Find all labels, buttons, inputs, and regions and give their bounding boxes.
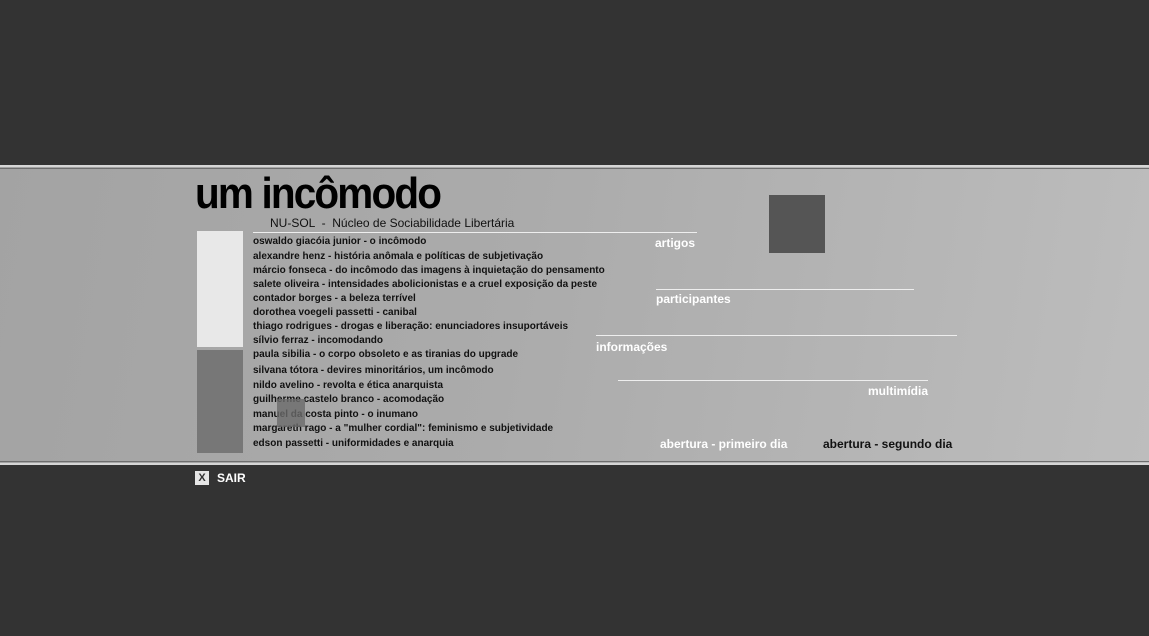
divider-informacoes	[596, 335, 957, 336]
article-link[interactable]: salete oliveira - intensidades abolicion…	[253, 279, 597, 291]
page-subtitle: NU-SOL - Núcleo de Sociabilidade Libertá…	[270, 216, 515, 230]
decor-square	[769, 195, 825, 253]
nav-abertura-segundo-dia[interactable]: abertura - segundo dia	[823, 437, 952, 451]
decor-block-light	[197, 231, 243, 347]
article-link[interactable]: alexandre henz - história anômala e polí…	[253, 251, 543, 263]
article-link[interactable]: paula sibilia - o corpo obsoleto e as ti…	[253, 349, 518, 361]
article-link[interactable]: silvana tótora - devires minoritários, u…	[253, 365, 494, 377]
article-link[interactable]: oswaldo giacóia junior - o incômodo	[253, 236, 426, 248]
exit-label: SAIR	[217, 471, 246, 485]
close-icon: X	[195, 471, 209, 485]
decor-block-dark	[197, 350, 243, 453]
article-link[interactable]: thiago rodrigues - drogas e liberação: e…	[253, 321, 568, 333]
exit-button[interactable]: X SAIR	[195, 471, 246, 485]
article-link[interactable]: márcio fonseca - do incômodo das imagens…	[253, 265, 605, 277]
divider-top	[253, 232, 697, 233]
article-link[interactable]: sílvio ferraz - incomodando	[253, 335, 383, 347]
nav-multimidia[interactable]: multimídia	[868, 384, 928, 398]
article-link[interactable]: contador borges - a beleza terrível	[253, 293, 416, 305]
nav-abertura-primeiro-dia[interactable]: abertura - primeiro dia	[660, 437, 787, 451]
divider-multimidia	[618, 380, 928, 381]
nav-participantes[interactable]: participantes	[656, 292, 731, 306]
nav-artigos[interactable]: artigos	[655, 236, 695, 250]
page-title: um incômodo	[195, 169, 442, 218]
decor-overlay-square	[277, 399, 305, 427]
nav-informacoes[interactable]: informações	[596, 340, 667, 354]
article-link[interactable]: dorothea voegeli passetti - canibal	[253, 307, 417, 319]
divider-participantes	[656, 289, 914, 290]
header-band	[0, 165, 1149, 465]
article-link[interactable]: nildo avelino - revolta e ética anarquis…	[253, 380, 443, 392]
article-link[interactable]: edson passetti - uniformidades e anarqui…	[253, 438, 454, 450]
